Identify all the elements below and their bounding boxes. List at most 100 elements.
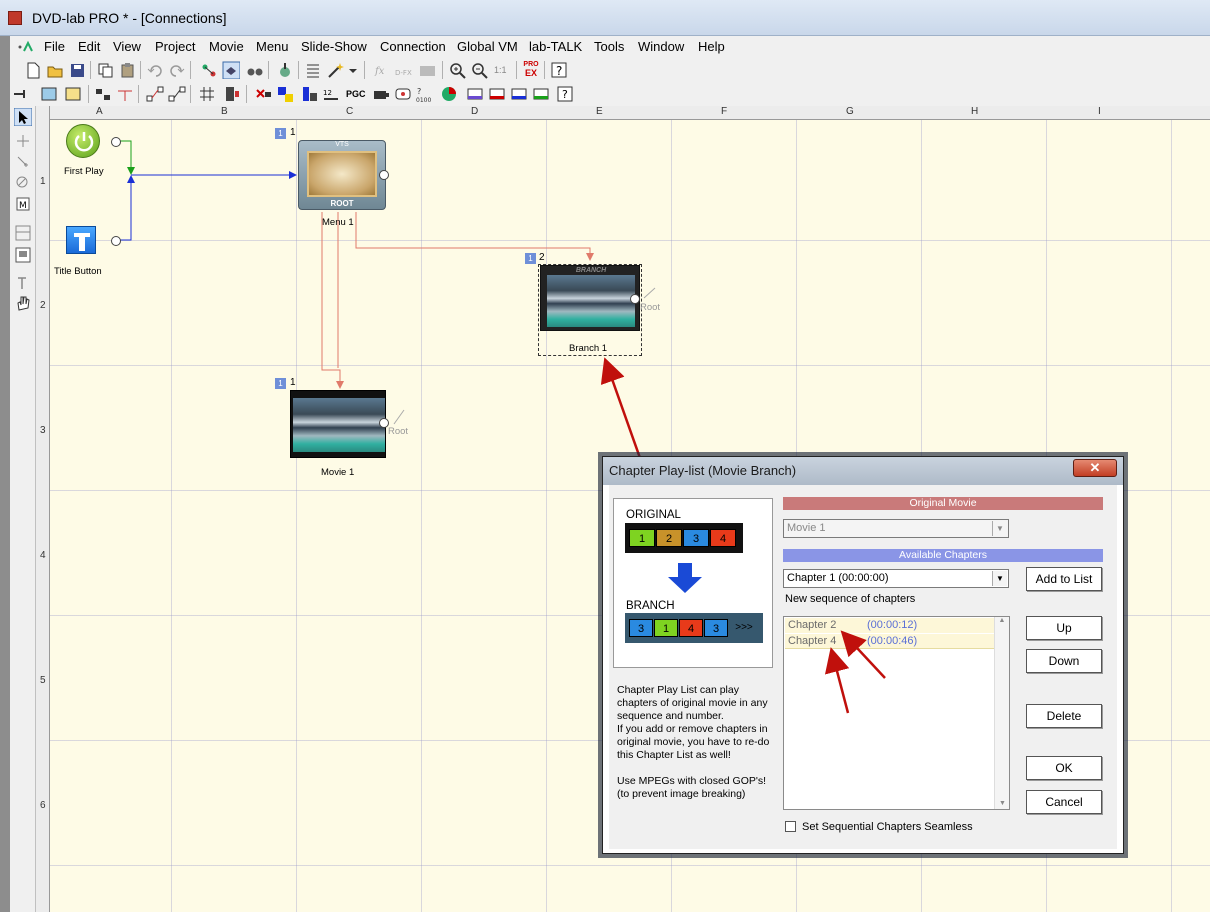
redo-icon[interactable] (168, 61, 186, 79)
cancel-button[interactable]: Cancel (1026, 790, 1102, 814)
compile-icon[interactable] (276, 61, 294, 79)
copy-icon[interactable] (96, 61, 114, 79)
color-blocks-icon[interactable] (276, 85, 294, 103)
movie1-node[interactable] (290, 390, 386, 458)
menu-help[interactable]: Help (698, 39, 725, 54)
menu1-port[interactable] (379, 170, 389, 180)
connections-icon[interactable] (200, 61, 218, 79)
align-icon[interactable] (94, 85, 112, 103)
text-tool-icon[interactable] (14, 274, 32, 292)
menu-file[interactable]: File (44, 39, 65, 54)
binary-icon[interactable]: ?0100 (416, 85, 434, 103)
seamless-checkbox[interactable] (785, 821, 796, 832)
save-icon[interactable] (68, 61, 86, 79)
down-button[interactable]: Down (1026, 649, 1102, 673)
chapter-select[interactable]: Chapter 1 (00:00:00) ▼ (783, 569, 1009, 588)
menu-project[interactable]: Project (155, 39, 195, 54)
menu-edit[interactable]: Edit (78, 39, 100, 54)
list-icon[interactable] (304, 61, 322, 79)
vm-icon[interactable] (466, 85, 484, 103)
branch-cell-3: 4 (679, 619, 703, 637)
pgc-button[interactable]: PGC (346, 85, 368, 103)
ts-icon[interactable] (510, 85, 528, 103)
hand-tool-icon[interactable] (14, 294, 32, 312)
first-play-node[interactable] (66, 124, 100, 158)
image-tool-icon[interactable] (14, 246, 32, 264)
film-strip-icon[interactable] (372, 85, 390, 103)
pin-icon[interactable] (12, 85, 30, 103)
link-tool-icon[interactable] (14, 132, 32, 150)
delete-link-icon[interactable] (254, 85, 272, 103)
list-scrollbar[interactable]: ▲ ▼ (994, 617, 1009, 809)
menu1-node[interactable]: VTS ROOT (298, 140, 386, 210)
delete-button[interactable]: Delete (1026, 704, 1102, 728)
connect-icon[interactable] (146, 85, 164, 103)
close-button[interactable]: ✕ (1073, 459, 1117, 477)
chapter-sequence-list[interactable]: Chapter 2 (00:00:12) Chapter 4 (00:00:46) … (783, 616, 1010, 810)
zoom-reset-button[interactable]: 1:1 (494, 61, 512, 79)
menu-tools[interactable]: Tools (594, 39, 624, 54)
panel-view-icon[interactable] (64, 85, 82, 103)
menu-tool-icon[interactable]: M (14, 196, 32, 214)
zoom-in-icon[interactable] (448, 61, 466, 79)
row-label-3: 3 (40, 425, 46, 436)
help-book-icon[interactable]: ? (556, 85, 574, 103)
new-icon[interactable] (24, 61, 42, 79)
chapter-12-icon[interactable]: 12 (322, 85, 340, 103)
film-icon[interactable] (418, 61, 436, 79)
fx-icon[interactable]: fx (372, 61, 390, 79)
connect-alt-icon[interactable] (168, 85, 186, 103)
menu-global-vm[interactable]: Global VM (457, 39, 518, 54)
ok-button[interactable]: OK (1026, 756, 1102, 780)
layers-icon[interactable] (222, 61, 240, 79)
first-play-port[interactable] (111, 137, 121, 147)
help-icon[interactable]: ? (550, 61, 568, 79)
branch1-node[interactable]: BRANCH (540, 265, 640, 331)
zoom-out-icon[interactable] (470, 61, 488, 79)
menu-view[interactable]: View (113, 39, 141, 54)
menu-menu[interactable]: Menu (256, 39, 289, 54)
open-icon[interactable] (46, 61, 64, 79)
pointer-tool-icon[interactable] (14, 108, 32, 126)
add-to-list-button[interactable]: Add to List (1026, 567, 1102, 591)
paste-icon[interactable] (118, 61, 136, 79)
up-button[interactable]: Up (1026, 616, 1102, 640)
list-item[interactable]: Chapter 2 (00:00:12) (785, 618, 995, 633)
link-line-icon[interactable] (116, 85, 134, 103)
undo-icon[interactable] (146, 61, 164, 79)
toolbar-main: fx D-FX 1:1 PRO EX ? (10, 58, 1210, 82)
sequence-icon[interactable] (222, 85, 240, 103)
menu-movie[interactable]: Movie (209, 39, 244, 54)
scroll-up-icon[interactable]: ▲ (995, 617, 1009, 624)
menu-window[interactable]: Window (638, 39, 684, 54)
chapter-icon[interactable] (300, 85, 318, 103)
dfx-icon[interactable]: D-FX (394, 61, 412, 79)
branch1-selection[interactable]: BRANCH Branch 1 (538, 264, 642, 356)
remove-link-tool-icon[interactable] (14, 174, 32, 192)
grid-view-icon[interactable] (40, 85, 58, 103)
scroll-down-icon[interactable]: ▼ (995, 800, 1010, 807)
sequence-label: New sequence of chapters (785, 593, 916, 605)
color-wheel-icon[interactable] (440, 85, 458, 103)
grid-icon[interactable] (198, 85, 216, 103)
menu-slideshow[interactable]: Slide-Show (301, 39, 367, 54)
pro-ex-icon[interactable]: PRO EX (522, 61, 540, 79)
binoculars-icon[interactable] (246, 61, 264, 79)
movie-select[interactable]: Movie 1 ▼ (783, 519, 1009, 538)
branch1-port[interactable] (630, 294, 640, 304)
menu1-thumbnail (307, 151, 377, 197)
row-label-2: 2 (40, 300, 46, 311)
chevron-down-icon: ▼ (992, 521, 1007, 536)
wand-icon[interactable] (326, 61, 344, 79)
frame-tool-icon[interactable] (14, 224, 32, 242)
rt-icon[interactable] (488, 85, 506, 103)
add-link-tool-icon[interactable] (14, 152, 32, 170)
fp-icon[interactable] (532, 85, 550, 103)
dropdown-arrow-icon[interactable] (348, 61, 358, 79)
menu-lab-talk[interactable]: lab-TALK (529, 39, 582, 54)
title-button-port[interactable] (111, 236, 121, 246)
voice-icon[interactable] (394, 85, 412, 103)
list-item[interactable]: Chapter 4 (00:00:46) (785, 634, 995, 649)
menu-connection[interactable]: Connection (380, 39, 446, 54)
title-button-node[interactable] (66, 226, 96, 254)
